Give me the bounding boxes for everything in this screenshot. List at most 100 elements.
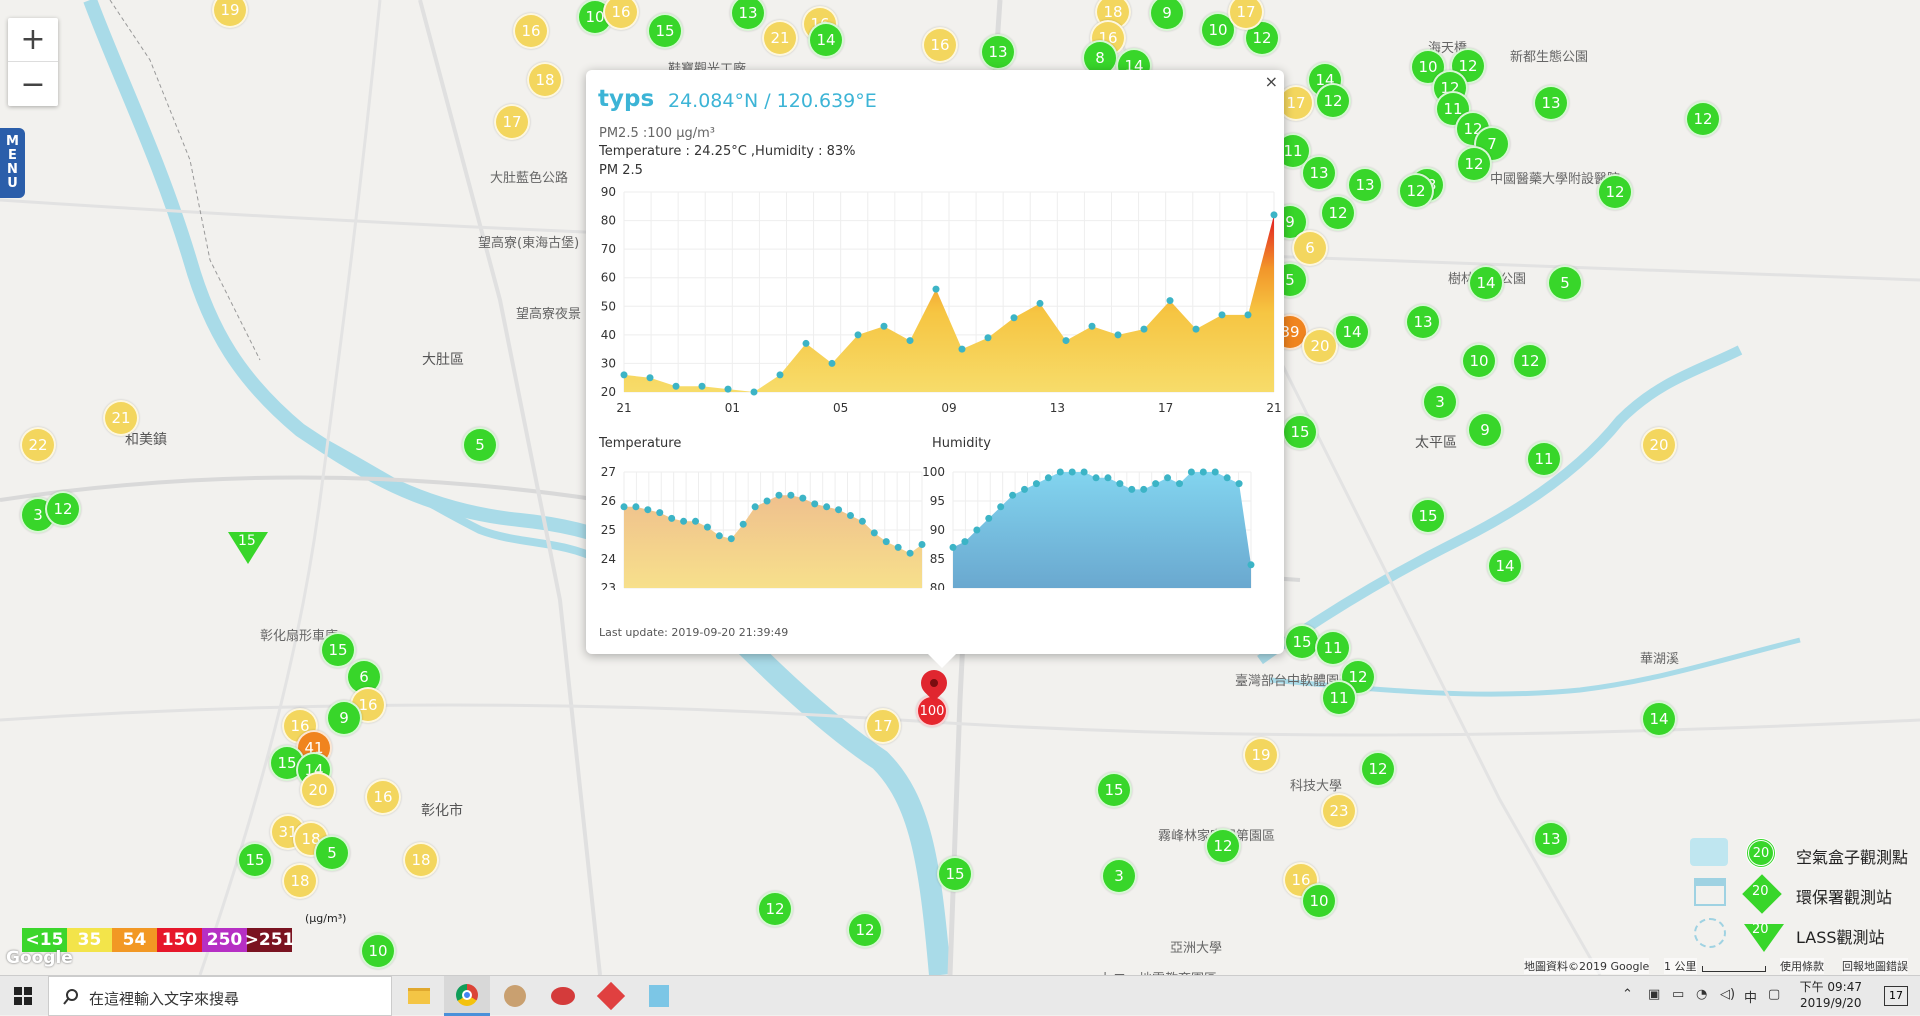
x-tick-label: 01 (725, 401, 740, 415)
station-marker[interactable]: 11 (1315, 630, 1351, 666)
station-marker[interactable]: 12 (1315, 83, 1351, 119)
station-marker[interactable]: 5 (462, 427, 498, 463)
station-marker[interactable]: 11 (1321, 680, 1357, 716)
station-marker[interactable]: 22 (20, 427, 56, 463)
station-marker[interactable]: 12 (1512, 343, 1548, 379)
station-marker[interactable]: 14 (1334, 314, 1370, 350)
series-area (953, 472, 1251, 588)
station-marker[interactable]: 5 (314, 835, 350, 871)
menu-button[interactable]: M E N U (0, 128, 25, 198)
humidity-chart-title: Humidity (932, 436, 991, 451)
station-marker[interactable]: 11 (1526, 441, 1562, 477)
station-marker[interactable]: 3 (1422, 384, 1458, 420)
station-marker[interactable]: 15 (647, 13, 683, 49)
station-marker[interactable]: 10 (1301, 883, 1337, 919)
station-marker[interactable]: 14 (1487, 548, 1523, 584)
station-marker[interactable]: 13 (1301, 155, 1337, 191)
station-marker[interactable]: 9 (326, 700, 362, 736)
ime-indicator[interactable]: 中 (1744, 987, 1757, 1006)
y-tick-label: 25 (601, 523, 616, 537)
tray-chevron-icon[interactable]: ⌃ (1622, 987, 1633, 1002)
station-marker[interactable]: 15 (1282, 414, 1318, 450)
app-icon (596, 981, 626, 1011)
tray-network-icon[interactable]: ◔ (1696, 987, 1707, 1002)
station-marker[interactable]: 15 (937, 856, 973, 892)
data-point (835, 506, 843, 514)
station-marker[interactable]: 12 (1360, 751, 1396, 787)
station-marker[interactable]: 12 (1320, 195, 1356, 231)
station-marker[interactable]: 19 (1243, 737, 1279, 773)
clock[interactable]: 下午 09:47 2019/9/20 (1800, 979, 1862, 1011)
station-marker[interactable]: 18 (282, 863, 318, 899)
data-point (1164, 474, 1172, 482)
start-button[interactable] (0, 976, 46, 1016)
y-tick-label: 27 (601, 465, 616, 479)
station-marker[interactable]: 6 (1292, 230, 1328, 266)
terms-link[interactable]: 使用條款 (1780, 958, 1824, 974)
station-marker[interactable]: 13 (980, 34, 1016, 70)
station-name: typs (598, 86, 655, 112)
station-marker[interactable]: 20 (1302, 328, 1338, 364)
app-icon-3[interactable] (588, 976, 634, 1016)
station-marker[interactable]: 17 (494, 104, 530, 140)
app-icon-1[interactable] (492, 976, 538, 1016)
station-marker[interactable]: 21 (762, 20, 798, 56)
chrome-app[interactable] (444, 976, 490, 1016)
notification-button[interactable]: 17 (1884, 986, 1908, 1006)
station-marker[interactable]: 12 (1205, 828, 1241, 864)
station-marker[interactable]: 16 (922, 27, 958, 63)
zoom-out-button[interactable]: − (8, 62, 58, 106)
station-marker[interactable]: 12 (847, 912, 883, 948)
station-marker[interactable]: 17 (865, 708, 901, 744)
station-marker[interactable]: 15 (320, 632, 356, 668)
station-marker[interactable]: 15 (1096, 772, 1132, 808)
station-marker[interactable]: 13 (1533, 85, 1569, 121)
tray-security-icon[interactable]: ▣ (1648, 987, 1660, 1002)
zoom-in-button[interactable]: + (8, 18, 58, 62)
station-marker[interactable]: 12 (757, 891, 793, 927)
report-error-link[interactable]: 回報地圖錯誤 (1842, 958, 1908, 974)
place-label: 大肚藍色公路 (490, 171, 569, 186)
station-marker[interactable]: 16 (365, 779, 401, 815)
station-marker[interactable]: 12 (1456, 146, 1492, 182)
station-marker[interactable]: 13 (1347, 167, 1383, 203)
station-marker[interactable]: 20 (1641, 427, 1677, 463)
station-marker[interactable]: 18 (403, 842, 439, 878)
lass-marker[interactable]: 15 (228, 532, 268, 564)
tray-volume-icon[interactable]: ◁) (1720, 987, 1735, 1002)
station-marker[interactable]: 12 (45, 491, 81, 527)
station-marker[interactable]: 20 (300, 772, 336, 808)
station-marker[interactable]: 15 (237, 842, 273, 878)
tray-battery-icon[interactable]: ▭ (1672, 987, 1684, 1002)
station-marker[interactable]: 12 (1597, 174, 1633, 210)
station-marker[interactable]: 10 (1461, 343, 1497, 379)
map-data-credit[interactable]: 地圖資料©2019 Google (1524, 958, 1650, 974)
station-marker[interactable]: 14 (808, 22, 844, 58)
station-marker[interactable]: 16 (513, 13, 549, 49)
file-explorer-app[interactable] (396, 976, 442, 1016)
close-icon[interactable]: × (1265, 72, 1278, 91)
station-marker[interactable]: 15 (1284, 624, 1320, 660)
search-placeholder: 在這裡輸入文字來搜尋 (89, 990, 240, 1008)
station-marker[interactable]: 12 (1685, 101, 1721, 137)
taskbar-search[interactable]: 在這裡輸入文字來搜尋 (48, 976, 392, 1016)
station-marker[interactable]: 13 (1405, 304, 1441, 340)
station-marker[interactable]: 15 (1410, 498, 1446, 534)
map-view[interactable]: 大肚藍色公路望高寮(東海古堡)望高寮夜景大肚區和美鎮鞋寶觀光工廠海天橋新都生態公… (0, 0, 1920, 975)
station-marker[interactable]: 13 (1533, 821, 1569, 857)
map-scale[interactable]: 1 公里 (1664, 958, 1697, 974)
app-icon-2[interactable] (540, 976, 586, 1016)
station-marker[interactable]: 21 (103, 400, 139, 436)
station-marker[interactable]: 12 (1398, 173, 1434, 209)
station-marker[interactable]: 9 (1467, 412, 1503, 448)
station-marker[interactable]: 14 (1641, 701, 1677, 737)
station-marker[interactable]: 3 (1101, 858, 1137, 894)
station-marker[interactable]: 10 (360, 933, 396, 969)
station-marker[interactable]: 14 (1468, 265, 1504, 301)
tray-keyboard-icon[interactable]: ▢ (1768, 987, 1780, 1002)
data-point (776, 371, 784, 379)
station-marker[interactable]: 18 (527, 62, 563, 98)
app-icon-4[interactable] (636, 976, 682, 1016)
station-marker[interactable]: 23 (1321, 793, 1357, 829)
station-marker[interactable]: 5 (1547, 265, 1583, 301)
